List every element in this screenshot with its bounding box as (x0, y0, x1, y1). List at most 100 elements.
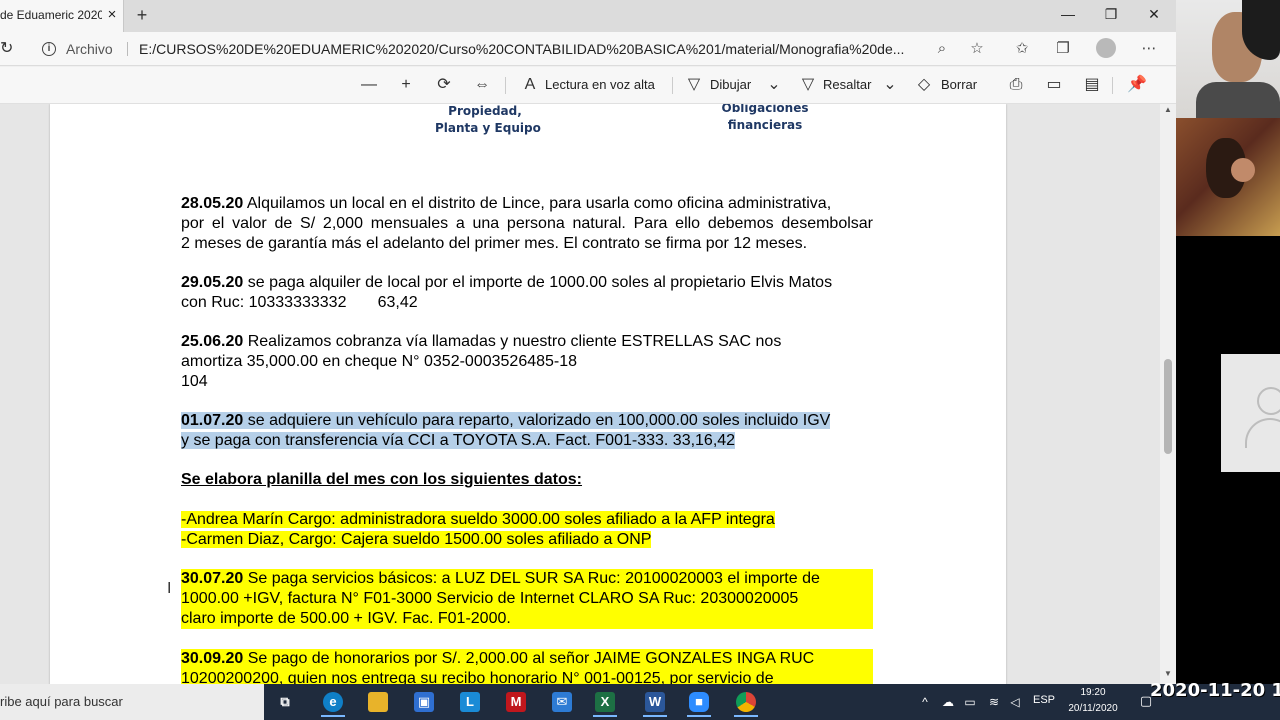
info-icon[interactable]: i (42, 42, 56, 56)
entry-text: con Ruc: 10333333332 63,42 (181, 294, 418, 311)
volume-icon[interactable]: ◁ (1007, 693, 1023, 711)
favorite-star-icon[interactable]: ☆ (967, 39, 987, 59)
taskbar-excel[interactable]: X (585, 688, 625, 717)
erase-button[interactable]: Borrar (941, 77, 977, 92)
zoom-icon[interactable]: ⌕ (932, 39, 952, 59)
scroll-up-icon[interactable]: ▲ (1163, 106, 1173, 114)
participant-hand (1231, 158, 1255, 182)
task-view-button[interactable]: ⧉ (265, 688, 305, 716)
taskbar-mail[interactable]: ✉ (542, 688, 582, 716)
draw-icon: ▽ (687, 76, 701, 93)
entry-text: por el valor de S/ 2,000 mensuales a una… (181, 215, 873, 232)
zoom-out-button[interactable]: — (359, 75, 379, 95)
cloud-icon[interactable]: ☁ (940, 693, 956, 711)
l-app-icon: L (460, 692, 480, 712)
avatar-head-icon (1257, 387, 1280, 415)
minimize-button[interactable]: — (1046, 0, 1090, 30)
task-view-icon: ⧉ (280, 694, 290, 709)
chevron-up-icon[interactable]: ^ (917, 693, 933, 711)
taskbar-zoom[interactable]: ■ (679, 688, 719, 717)
video-call-panel (1176, 0, 1280, 684)
entry-text: se paga alquiler de local por el importe… (243, 274, 833, 291)
webcam-participant (1176, 118, 1280, 236)
maximize-button[interactable]: ❐ (1089, 0, 1133, 30)
shield-icon: M (506, 692, 526, 712)
eraser-icon: ◇ (917, 76, 931, 93)
recording-timestamp: 2020-11-20 1 (1150, 680, 1280, 701)
entry-text: 2 meses de garantía más el adelanto del … (181, 235, 808, 252)
taskbar-mcafee[interactable]: M (496, 688, 536, 716)
running-indicator (593, 715, 617, 717)
address-bar: ↻ i Archivo E:/CURSOS%20DE%20EDUAMERIC%2… (0, 32, 1176, 66)
windows-taskbar: ribe aquí para buscar ⧉ e ▣ L M ✉ X W ■ … (0, 684, 1280, 720)
taskbar-edge[interactable]: e (313, 688, 353, 717)
payroll-heading: Se elabora planilla del mes con los sigu… (181, 470, 873, 490)
refresh-icon[interactable]: ↻ (0, 39, 14, 59)
entry-text: 1000.00 +IGV, factura N° F01-3000 Servic… (181, 590, 799, 607)
url-field[interactable]: E:/CURSOS%20DE%20EDUAMERIC%202020/Curso%… (139, 41, 919, 57)
avatar-body-icon (1245, 418, 1280, 448)
taskbar-l-app[interactable]: L (450, 688, 490, 716)
webcam-presenter (1176, 0, 1280, 118)
mail-icon: ✉ (552, 692, 572, 712)
store-icon: ▣ (414, 692, 434, 712)
entry-date: 28.05.20 (181, 195, 244, 212)
zoom-in-button[interactable]: + (396, 75, 416, 95)
entry-text: se adquiere un vehículo para reparto, va… (243, 412, 831, 429)
running-indicator (321, 715, 345, 717)
read-aloud-button[interactable]: Lectura en voz alta (545, 77, 655, 92)
clock-date[interactable]: 20/11/2020 (1062, 703, 1124, 714)
taskbar-word[interactable]: W (635, 688, 675, 717)
toolbar-divider (505, 77, 506, 94)
more-menu-icon[interactable]: ⋯ (1139, 39, 1159, 59)
text-cursor-icon: I (167, 580, 172, 597)
print-icon[interactable]: ⎙ (1006, 75, 1026, 95)
entry-text: 104 (181, 373, 208, 390)
edge-icon: e (323, 692, 343, 712)
entry-text: 10200200200, quien nos entrega su recibo… (181, 670, 774, 684)
tab-close-icon[interactable]: × (104, 7, 120, 23)
taskbar-file-explorer[interactable] (358, 688, 398, 716)
fit-page-icon[interactable]: ⇔ (472, 75, 492, 95)
entry-date: 30.09.20 (181, 650, 244, 667)
new-tab-button[interactable]: + (133, 5, 151, 25)
draw-button[interactable]: Dibujar (710, 77, 751, 92)
scroll-thumb[interactable] (1164, 359, 1172, 454)
save-icon[interactable]: ▭ (1044, 75, 1064, 95)
highlight-button[interactable]: Resaltar (823, 77, 871, 92)
pin-toolbar-icon[interactable]: 📌 (1127, 75, 1147, 95)
scroll-down-icon[interactable]: ▼ (1163, 670, 1173, 678)
toolbar-divider (672, 77, 673, 94)
collections-icon[interactable]: ❐ (1053, 39, 1073, 59)
diagram-label-obligations: Obligaciones financieras (721, 104, 809, 132)
paragraph-30-07: 30.07.20 Se paga servicios básicos: a LU… (181, 569, 873, 629)
favorites-icon[interactable]: ✩ (1012, 39, 1032, 59)
employee-line: -Andrea Marín Cargo: administradora suel… (181, 511, 775, 528)
chevron-down-icon[interactable]: ⌄ (764, 75, 784, 95)
language-indicator[interactable]: ESP (1033, 694, 1055, 706)
vertical-scrollbar[interactable]: ▲ ▼ (1160, 104, 1176, 684)
taskbar-search[interactable]: ribe aquí para buscar (0, 684, 264, 720)
wifi-icon[interactable]: ≋ (986, 693, 1002, 711)
pdf-toolbar: — + ⟳ ⇔ A Lectura en voz alta ▽ Dibujar … (0, 67, 1176, 104)
running-indicator (643, 715, 667, 717)
browser-tab[interactable]: de Eduameric 2020 × (0, 0, 124, 32)
entry-text: claro importe de 500.00 + IGV. Fac. F01-… (181, 610, 511, 627)
taskbar-chrome[interactable] (726, 688, 766, 717)
running-indicator (687, 715, 711, 717)
tab-strip: de Eduameric 2020 × + — ❐ ✕ (0, 0, 1176, 32)
chrome-icon (736, 692, 756, 712)
read-aloud-icon: A (524, 76, 536, 93)
save-as-icon[interactable]: ▤ (1082, 75, 1102, 95)
entry-text: Realizamos cobranza vía llamadas y nuest… (243, 333, 782, 350)
paragraph-01-07-selected[interactable]: 01.07.20 se adquiere un vehículo para re… (181, 411, 873, 451)
chevron-down-icon[interactable]: ⌄ (880, 75, 900, 95)
profile-avatar[interactable] (1096, 38, 1116, 58)
entry-date: 29.05.20 (181, 274, 244, 291)
battery-icon[interactable]: ▭ (962, 693, 978, 711)
clock-time[interactable]: 19:20 (1062, 687, 1124, 698)
taskbar-store[interactable]: ▣ (404, 688, 444, 716)
heading-text: Se elabora planilla del mes con los sigu… (181, 471, 583, 488)
close-window-button[interactable]: ✕ (1132, 0, 1176, 30)
rotate-icon[interactable]: ⟳ (434, 75, 454, 95)
